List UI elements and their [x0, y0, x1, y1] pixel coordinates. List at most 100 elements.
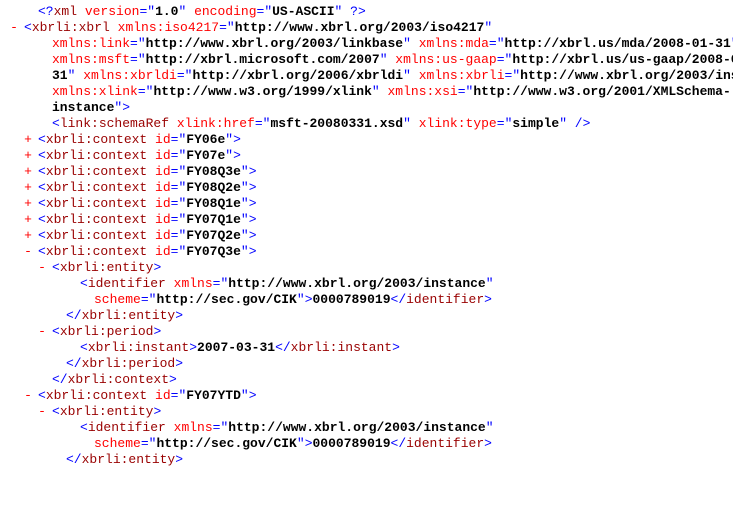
token-punct: < [80, 340, 88, 355]
token-quote: " [138, 36, 146, 51]
token-punct: < [52, 260, 60, 275]
token-quote: " [297, 292, 305, 307]
token-tag: identifier [88, 420, 174, 435]
token-attr: xmlns:mda [411, 36, 489, 51]
token-quote: " [403, 36, 411, 51]
token-punct: > [249, 244, 257, 259]
token-attr: encoding [186, 4, 256, 19]
token-attr: id [155, 180, 171, 195]
token-val: http://sec.gov/CIK [156, 436, 296, 451]
token-punct: < [38, 388, 46, 403]
token-quote: " [403, 116, 411, 131]
token-punct: </ [52, 372, 68, 387]
token-txt: 2007-03-31 [197, 340, 275, 355]
xml-line: +<xbrli:context id="FY07e"> [8, 148, 725, 164]
xml-line: instance"> [8, 100, 725, 116]
xml-line: xmlns:xlink="http://www.w3.org/1999/xlin… [8, 84, 725, 100]
token-tag: xbrli:instant [291, 340, 392, 355]
xml-line: xmlns:msft="http://xbrl.microsoft.com/20… [8, 52, 725, 68]
token-val: FY08Q1e [186, 196, 241, 211]
token-attr: xmlns [174, 276, 213, 291]
token-tag: identifier [88, 276, 174, 291]
token-quote: " [486, 420, 494, 435]
xml-line: +<xbrli:context id="FY07Q1e"> [8, 212, 725, 228]
token-attr: id [155, 132, 171, 147]
token-attr: id [155, 148, 171, 163]
expand-icon[interactable]: + [22, 148, 34, 164]
token-eq: = [138, 84, 146, 99]
token-quote: " [241, 180, 249, 195]
token-punct: < [52, 116, 60, 131]
xml-line: <?xml version="1.0" encoding="US-ASCII" … [8, 4, 725, 20]
token-quote: " [241, 164, 249, 179]
token-tag: xbrli:entity [60, 260, 154, 275]
token-punct: > [249, 228, 257, 243]
token-val: http://xbrl.us/us-gaap/2008-01- [512, 52, 733, 67]
token-punct: < [52, 324, 60, 339]
token-punct: > [169, 372, 177, 387]
token-attr: xmlns [174, 420, 213, 435]
token-val: http://www.xbrl.org/2003/instance [228, 420, 485, 435]
collapse-icon[interactable]: - [36, 404, 48, 420]
token-punct: < [38, 164, 46, 179]
token-val: http://xbrl.microsoft.com/2007 [146, 52, 380, 67]
expand-icon[interactable]: + [22, 196, 34, 212]
token-eq: = [141, 436, 149, 451]
expand-icon[interactable]: + [22, 164, 34, 180]
expand-icon[interactable]: + [22, 228, 34, 244]
xml-line: <identifier xmlns="http://www.xbrl.org/2… [8, 276, 725, 292]
expand-icon[interactable]: + [22, 132, 34, 148]
token-val: http://www.xbrl.org/2003/iso4217 [235, 20, 485, 35]
token-punct: > [153, 260, 161, 275]
xml-line: </xbrli:period> [8, 356, 725, 372]
token-tag: link:schemaRef [60, 116, 177, 131]
token-eq: = [497, 52, 505, 67]
token-tag: xbrli:context [46, 196, 155, 211]
token-val: http://xbrl.us/mda/2008-01-31 [505, 36, 731, 51]
xml-line: 31" xmlns:xbrldi="http://xbrl.org/2006/x… [8, 68, 725, 84]
collapse-icon[interactable]: - [22, 388, 34, 404]
token-tag: xbrli:entity [82, 308, 176, 323]
token-quote: " [241, 228, 249, 243]
token-quote: " [225, 132, 233, 147]
xml-line: +<xbrli:context id="FY07Q2e"> [8, 228, 725, 244]
token-tag: xbrli:period [82, 356, 176, 371]
token-val: FY07e [186, 148, 225, 163]
token-attr: id [155, 244, 171, 259]
xml-line: +<xbrli:context id="FY06e"> [8, 132, 725, 148]
collapse-icon[interactable]: - [36, 260, 48, 276]
token-tag: identifier [406, 436, 484, 451]
token-punct: > [392, 340, 400, 355]
token-attr: xmlns:xbrldi [75, 68, 176, 83]
token-tag: xbrli:context [46, 180, 155, 195]
xml-line: -<xbrli:xbrl xmlns:iso4217="http://www.x… [8, 20, 725, 36]
token-eq: = [130, 36, 138, 51]
token-attr: scheme [94, 436, 141, 451]
collapse-icon[interactable]: - [22, 244, 34, 260]
token-quote: " [497, 36, 505, 51]
token-quote: " [227, 20, 235, 35]
token-tag: xbrli:context [68, 372, 169, 387]
expand-icon[interactable]: + [22, 180, 34, 196]
xml-line: <identifier xmlns="http://www.xbrl.org/2… [8, 420, 725, 436]
token-val: http://www.xbrl.org/2003/linkbase [146, 36, 403, 51]
token-tag: xbrli:entity [60, 404, 154, 419]
xml-line: +<xbrli:context id="FY08Q1e"> [8, 196, 725, 212]
token-punct: > [233, 148, 241, 163]
token-punct: <? [38, 4, 54, 19]
token-quote: " [484, 20, 492, 35]
expand-icon[interactable]: + [22, 212, 34, 228]
token-quote: " [403, 68, 411, 83]
token-punct: < [38, 228, 46, 243]
token-punct: > [122, 100, 130, 115]
xml-line: -<xbrli:entity> [8, 404, 725, 420]
token-val: http://www.xbrl.org/2003/instance [520, 68, 733, 83]
token-attr: xmlns:link [52, 36, 130, 51]
token-punct: < [38, 244, 46, 259]
token-val: http://www.xbrl.org/2003/instance [228, 276, 485, 291]
collapse-icon[interactable]: - [36, 324, 48, 340]
collapse-icon[interactable]: - [8, 20, 20, 36]
token-val: FY06e [186, 132, 225, 147]
xml-tree-view: <?xml version="1.0" encoding="US-ASCII" … [8, 4, 725, 468]
token-punct: > [153, 404, 161, 419]
